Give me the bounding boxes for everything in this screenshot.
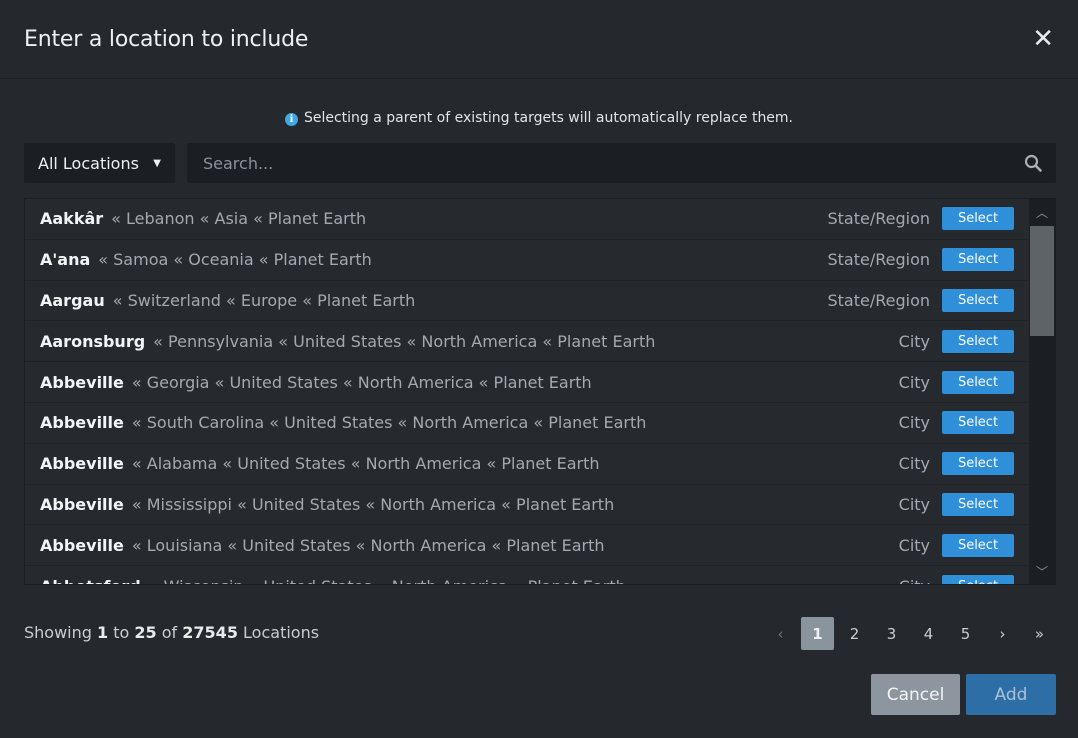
select-button[interactable]: Select — [942, 452, 1014, 476]
scrollbar-thumb[interactable] — [1030, 226, 1054, 336]
scrollbar[interactable]: ︿ ﹀ — [1029, 199, 1055, 584]
table-row: A'ana « Samoa « Oceania « Planet Earth Sta… — [25, 240, 1028, 281]
summary-from: 1 — [97, 623, 109, 642]
location-path: « Wisconsin « United States « North Amer… — [149, 577, 899, 584]
location-type: City — [898, 372, 930, 392]
location-path: « Georgia « United States « North Americ… — [131, 372, 592, 392]
pagination: ‹ 1 2 3 4 5 › » — [764, 617, 1056, 650]
dropdown-label: All Locations — [38, 153, 139, 173]
page-3[interactable]: 3 — [875, 617, 908, 650]
location-name: Aaronsburg — [40, 331, 146, 351]
filter-row: All Locations ▼ — [24, 143, 1056, 183]
info-icon: i — [284, 113, 298, 126]
info-text: Selecting a parent of existing targets w… — [303, 110, 794, 126]
location-path: « Alabama « United States « North Americ… — [131, 454, 600, 474]
info-message: i Selecting a parent of existing targets … — [0, 110, 1078, 126]
summary-total: 27545 — [182, 623, 238, 642]
search-icon[interactable] — [1024, 154, 1042, 172]
select-button[interactable]: Select — [942, 248, 1014, 272]
location-name: Abbeville — [40, 413, 124, 433]
select-button[interactable]: Select — [942, 288, 1014, 312]
location-type: City — [899, 577, 930, 584]
location-path: « Louisiana « United States « North Amer… — [131, 535, 605, 555]
location-path: « Mississippi « United States « North Am… — [131, 494, 615, 514]
caret-down-icon: ▼ — [153, 157, 161, 169]
table-row: Abbeville « Mississippi « United States «… — [25, 485, 1028, 526]
summary-to-word: to — [113, 623, 130, 642]
table-row: Aaronsburg « Pennsylvania « United States… — [25, 321, 1028, 363]
location-name: A'ana — [40, 250, 91, 270]
location-path: « South Carolina « United States « North… — [131, 413, 647, 433]
select-button[interactable]: Select — [942, 492, 1014, 516]
prev-page-icon[interactable]: ‹ — [764, 617, 797, 650]
location-name: Abbeville — [40, 494, 124, 514]
results-summary: Showing 1 to 25 of 27545 Locations — [24, 623, 319, 642]
location-modal: Enter a location to include ✕ i Selecting… — [0, 0, 1078, 738]
table-row: Abbeville « South Carolina « United State… — [25, 403, 1028, 444]
location-type: City — [898, 413, 930, 433]
table-row: Abbeville « Alabama « United States « Nor… — [25, 444, 1028, 485]
table-row: Abbotsford « Wisconsin « United States « … — [25, 566, 1028, 584]
summary-to: 25 — [134, 623, 157, 642]
location-name: Abbeville — [40, 454, 124, 474]
location-path: « Pennsylvania « United States « North A… — [153, 331, 656, 351]
location-rows: Aakkâr « Lebanon « Asia « Planet Earth Sta… — [25, 199, 1028, 584]
location-path: « Samoa « Oceania « Planet Earth — [98, 250, 372, 270]
select-button[interactable]: Select — [942, 370, 1014, 394]
select-button[interactable]: Select — [942, 329, 1014, 353]
location-name: Aakkâr — [40, 209, 104, 229]
summary-of-word: of — [161, 623, 178, 642]
last-page-icon[interactable]: » — [1023, 617, 1056, 650]
location-type: City — [898, 535, 930, 555]
location-type: City — [898, 494, 930, 514]
location-name: Abbotsford — [40, 577, 141, 584]
location-name: Abbeville — [40, 372, 124, 392]
select-button[interactable]: Select — [942, 533, 1014, 557]
summary-suffix: Locations — [243, 623, 320, 642]
location-type: State/Region — [827, 250, 930, 270]
scroll-up-icon[interactable]: ︿ — [1029, 199, 1055, 225]
close-icon[interactable]: ✕ — [1032, 26, 1054, 52]
page-2[interactable]: 2 — [838, 617, 871, 650]
modal-title: Enter a location to include — [24, 26, 309, 52]
table-row: Aakkâr « Lebanon « Asia « Planet Earth Sta… — [25, 199, 1028, 240]
location-type: State/Region — [827, 290, 930, 310]
add-button[interactable]: Add — [966, 674, 1056, 715]
page-5[interactable]: 5 — [949, 617, 982, 650]
select-button[interactable]: Select — [942, 574, 1014, 584]
summary-prefix: Showing — [24, 623, 92, 642]
select-button[interactable]: Select — [942, 411, 1014, 435]
table-row: Aargau « Switzerland « Europe « Planet Ea… — [25, 281, 1028, 322]
location-path: « Switzerland « Europe « Planet Earth — [112, 290, 416, 310]
modal-actions: Cancel Add — [871, 674, 1056, 715]
location-name: Aargau — [40, 290, 105, 310]
modal-header: Enter a location to include ✕ — [0, 0, 1078, 79]
location-scope-dropdown[interactable]: All Locations ▼ — [24, 143, 175, 183]
search-input[interactable] — [201, 152, 1024, 174]
page-1[interactable]: 1 — [801, 617, 834, 650]
location-type: City — [898, 454, 930, 474]
cancel-button[interactable]: Cancel — [871, 674, 960, 715]
location-path: « Lebanon « Asia « Planet Earth — [111, 209, 367, 229]
location-type: City — [898, 331, 930, 351]
scroll-down-icon[interactable]: ﹀ — [1029, 558, 1055, 584]
location-type: State/Region — [827, 209, 930, 229]
select-button[interactable]: Select — [942, 207, 1014, 231]
location-name: Abbeville — [40, 535, 124, 555]
table-row: Abbeville « Louisiana « United States « N… — [25, 525, 1028, 567]
location-list: Aakkâr « Lebanon « Asia « Planet Earth Sta… — [24, 198, 1056, 585]
page-4[interactable]: 4 — [912, 617, 945, 650]
table-row: Abbeville « Georgia « United States « Nor… — [25, 362, 1028, 403]
search-box — [187, 143, 1056, 183]
next-page-icon[interactable]: › — [986, 617, 1019, 650]
